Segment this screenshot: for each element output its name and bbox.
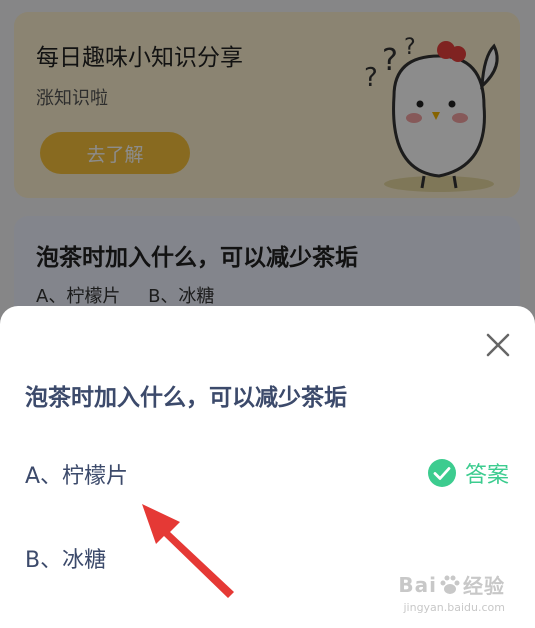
paw-icon	[440, 575, 460, 594]
watermark: Bai 经验 jingyan.baidu.com	[398, 570, 505, 615]
watermark-brand-right: 经验	[463, 574, 505, 598]
answer-label: 答案	[464, 463, 509, 488]
watermark-url: jingyan.baidu.com	[403, 601, 505, 614]
option-b-label: B、冰糖	[25, 548, 107, 573]
close-icon[interactable]	[483, 330, 513, 360]
option-a-label: A、柠檬片	[25, 464, 129, 489]
answer-badge: 答案	[427, 457, 509, 489]
watermark-brand-left: Bai	[398, 572, 437, 597]
sheet-question-title: 泡茶时加入什么，可以减少茶垢	[25, 385, 347, 411]
check-circle-icon	[427, 459, 456, 487]
watermark-logo: Bai 经验	[398, 570, 505, 599]
option-a[interactable]: A、柠檬片 答案	[0, 444, 535, 504]
